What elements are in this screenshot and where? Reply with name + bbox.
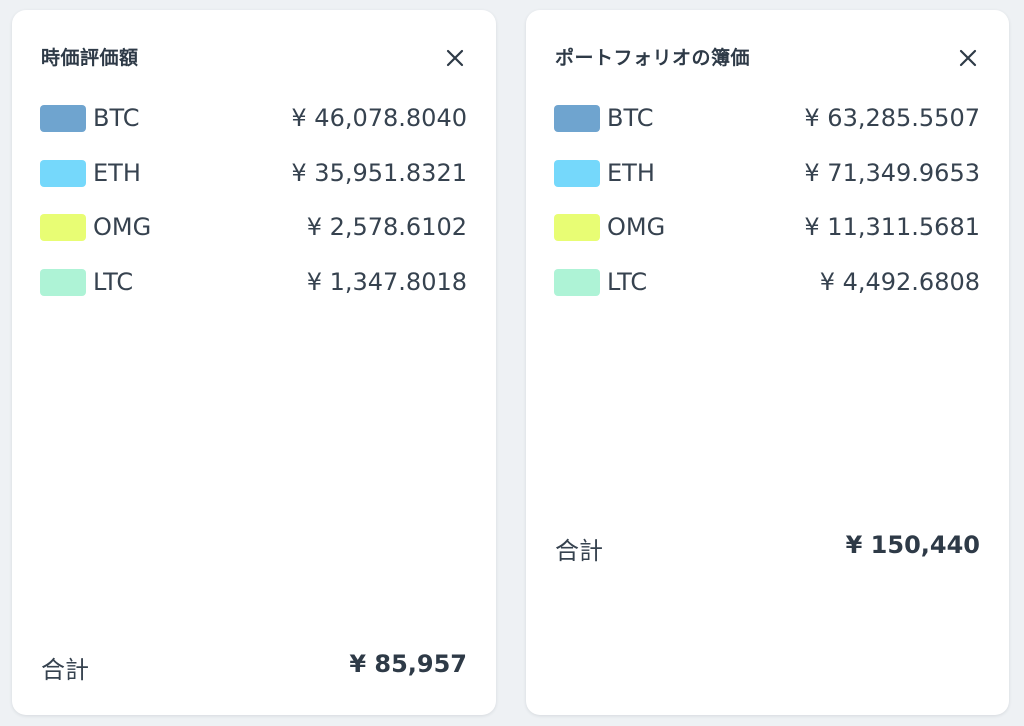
list-item: LTC ¥ 4,492.6808	[554, 262, 980, 317]
coin-amount: ¥ 11,311.5681	[804, 213, 980, 241]
coin-amount: ¥ 1,347.8018	[306, 267, 467, 296]
book-value-card: ポートフォリオの簿価 BTC ¥ 63,285.5507 ETH ¥ 71,34…	[526, 10, 1009, 715]
color-swatch	[40, 159, 86, 187]
list-item: ETH ¥ 71,349.9653	[554, 153, 980, 208]
close-button[interactable]	[956, 46, 980, 70]
coin-name: LTC	[607, 267, 648, 296]
close-button[interactable]	[443, 46, 467, 70]
coin-amount: ¥ 46,078.8040	[291, 104, 467, 132]
color-swatch	[554, 159, 600, 187]
coin-legend: BTC ¥ 63,285.5507 ETH ¥ 71,349.9653 OMG …	[554, 98, 980, 316]
total-label: 合計	[555, 537, 603, 565]
coin-name: ETH	[93, 158, 141, 187]
color-swatch	[554, 268, 600, 296]
total-value: ¥ 150,440	[845, 531, 980, 559]
coin-name: OMG	[607, 213, 666, 241]
market-value-card: 時価評価額 BTC ¥ 46,078.8040 ETH ¥ 35,951.832…	[12, 10, 496, 715]
total-label: 合計	[41, 656, 89, 684]
list-item: BTC ¥ 63,285.5507	[554, 98, 980, 153]
color-swatch	[40, 268, 86, 296]
coin-name: LTC	[93, 267, 134, 296]
card-title: ポートフォリオの簿価	[555, 47, 751, 69]
coin-amount: ¥ 71,349.9653	[804, 158, 980, 187]
total-value: ¥ 85,957	[349, 650, 467, 678]
list-item: OMG ¥ 2,578.6102	[40, 207, 467, 262]
coin-amount: ¥ 4,492.6808	[819, 267, 980, 296]
coin-name: BTC	[607, 104, 654, 132]
close-icon	[959, 49, 977, 67]
coin-amount: ¥ 63,285.5507	[804, 104, 980, 132]
color-swatch	[554, 105, 600, 132]
list-item: ETH ¥ 35,951.8321	[40, 153, 467, 208]
color-swatch	[40, 105, 86, 132]
coin-name: BTC	[93, 104, 140, 132]
coin-legend: BTC ¥ 46,078.8040 ETH ¥ 35,951.8321 OMG …	[40, 98, 467, 316]
coin-amount: ¥ 2,578.6102	[306, 213, 467, 241]
card-title: 時価評価額	[41, 47, 139, 69]
coin-name: OMG	[93, 213, 152, 241]
list-item: BTC ¥ 46,078.8040	[40, 98, 467, 153]
list-item: LTC ¥ 1,347.8018	[40, 262, 467, 317]
color-swatch	[554, 214, 600, 241]
coin-name: ETH	[607, 158, 655, 187]
color-swatch	[40, 214, 86, 241]
coin-amount: ¥ 35,951.8321	[291, 158, 467, 187]
close-icon	[446, 49, 464, 67]
list-item: OMG ¥ 11,311.5681	[554, 207, 980, 262]
